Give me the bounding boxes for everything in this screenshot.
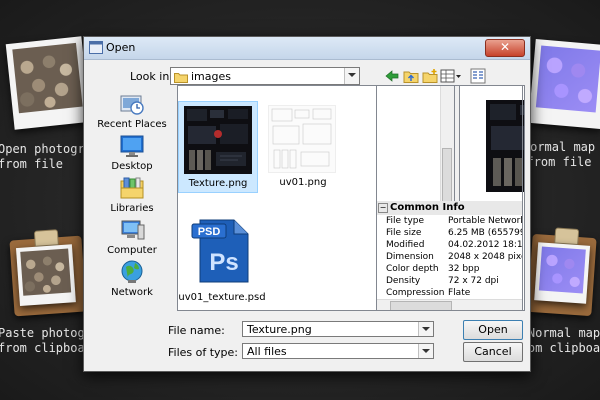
file-item-texture-png[interactable]: Texture.png [178, 101, 258, 193]
paste-photo-clipboard[interactable] [9, 229, 87, 317]
chevron-down-icon[interactable] [418, 322, 433, 336]
normal-map-thumbnail[interactable] [528, 39, 600, 129]
file-name-psd: uv01_texture.psd [178, 292, 266, 303]
ps-letters: Ps [209, 249, 238, 276]
files-of-type-dropdown[interactable]: All files [242, 343, 434, 359]
paste-normal-clipboard[interactable] [527, 227, 597, 317]
cancel-button[interactable]: Cancel [463, 342, 523, 362]
chevron-down-icon[interactable] [418, 344, 433, 358]
paste-normal-thumbnail [534, 242, 591, 304]
file-item-uv01-texture-psd[interactable]: PSD Ps uv01_texture.psd [178, 214, 266, 308]
place-computer[interactable]: Computer [90, 217, 174, 256]
place-network[interactable]: Network [90, 259, 174, 298]
folder-icon [174, 73, 188, 83]
collapse-icon[interactable]: − [378, 203, 388, 213]
files-of-type-label: Files of type: [168, 346, 239, 359]
place-desktop[interactable]: Desktop [90, 133, 174, 172]
normal-map-file-label[interactable]: Normal map from file [529, 140, 600, 170]
clipboard-clip-icon [554, 227, 580, 246]
clipboard-clip-icon [33, 229, 59, 247]
normal-map-image [535, 45, 600, 113]
psd-badge-text: PSD [198, 226, 221, 238]
open-file-dialog: Open ✕ Look in: images Recent Places Des… [83, 36, 531, 372]
place-libraries[interactable]: Libraries [90, 175, 174, 214]
new-folder-icon[interactable] [422, 68, 438, 84]
file-name-texture: Texture.png [188, 178, 248, 189]
texture-thumbnail [184, 106, 252, 174]
close-button[interactable]: ✕ [485, 39, 525, 57]
scrollbar-thumb[interactable] [390, 301, 452, 311]
preview-image [486, 100, 524, 192]
info-header: Common Info [390, 202, 465, 213]
photoshop-file-icon: PSD Ps [191, 219, 249, 283]
paste-photo-label[interactable]: Paste photograph from clipboard [0, 326, 84, 356]
file-name-uv01: uv01.png [279, 177, 327, 188]
open-button[interactable]: Open [463, 320, 523, 340]
computer-icon [118, 217, 146, 243]
info-header-row[interactable]: − Common Info [376, 201, 523, 215]
network-globe-icon [118, 259, 146, 285]
file-name-input[interactable]: Texture.png [242, 321, 434, 337]
place-recent-places[interactable]: Recent Places [90, 91, 174, 130]
look-in-dropdown[interactable]: images [170, 67, 360, 85]
window-app-icon [89, 41, 103, 54]
chevron-down-icon[interactable] [344, 68, 359, 84]
pebbles-image [12, 42, 83, 114]
up-folder-icon[interactable] [403, 68, 419, 84]
file-item-uv01-png[interactable]: uv01.png [263, 101, 343, 193]
common-info-panel: − Common Info File type Portable Network… [376, 201, 523, 311]
dialog-titlebar[interactable]: Open ✕ [84, 37, 530, 60]
libraries-icon [118, 175, 146, 201]
desktop-icon [118, 133, 146, 159]
view-menu-icon[interactable] [440, 68, 462, 84]
look-in-label: Look in: [130, 70, 173, 83]
normal-map-clipboard-label[interactable]: Normal map from clipboard [529, 326, 600, 356]
info-hscrollbar[interactable] [376, 299, 523, 311]
recent-places-icon [118, 91, 146, 117]
preview-pane-toggle-icon[interactable] [470, 68, 486, 84]
look-in-value: images [191, 70, 231, 83]
file-name-label: File name: [168, 324, 225, 337]
paste-photo-thumbnail [15, 244, 76, 307]
open-photo-label[interactable]: Open photograph from file [0, 142, 84, 172]
uv01-thumbnail [268, 105, 336, 173]
dialog-title: Open [106, 41, 136, 54]
open-photo-thumbnail[interactable] [5, 36, 91, 130]
places-bar: Recent Places Desktop Libraries Computer… [90, 85, 174, 311]
back-arrow-icon[interactable] [384, 68, 400, 84]
